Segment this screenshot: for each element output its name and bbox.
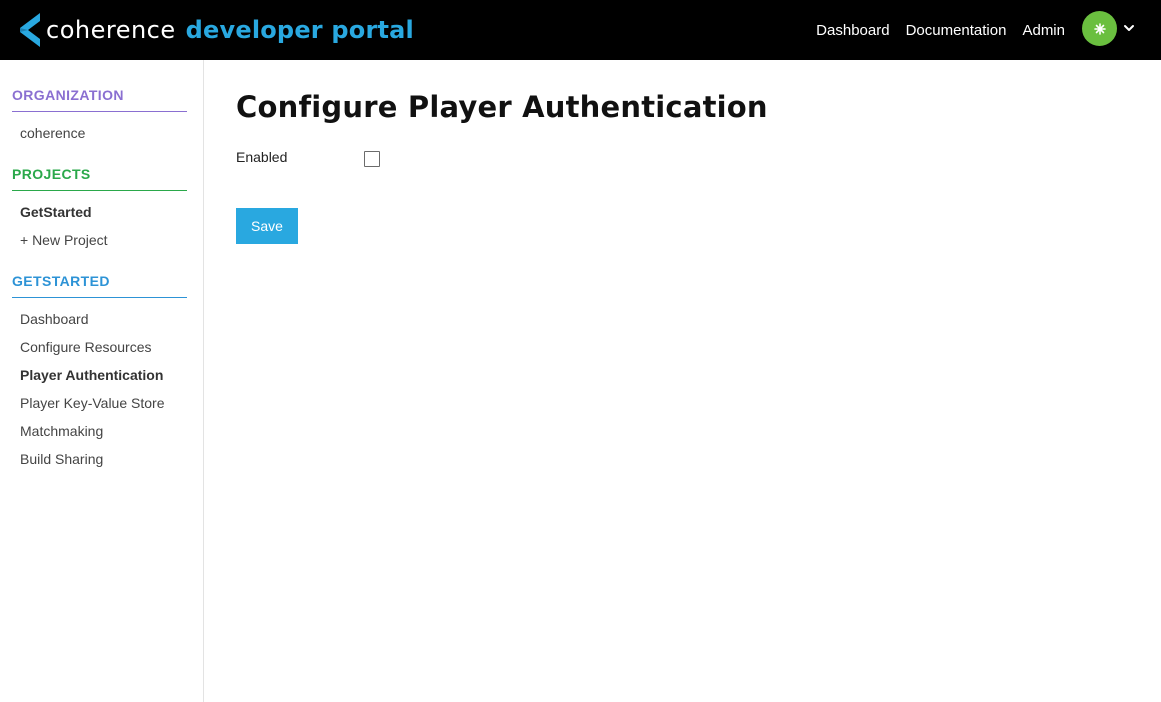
chevron-down-icon[interactable] (1123, 22, 1135, 34)
sidebar-item-configure-resources[interactable]: Configure Resources (20, 333, 187, 361)
nav-dashboard-link[interactable]: Dashboard (816, 22, 889, 39)
top-nav: Dashboard Documentation Admin (800, 0, 1065, 60)
coherence-logo-icon (20, 13, 40, 47)
sidebar-item-coherence[interactable]: coherence (20, 119, 187, 147)
sidebar-item-matchmaking[interactable]: Matchmaking (20, 417, 187, 445)
sidebar-item-getstarted[interactable]: GetStarted (20, 198, 187, 226)
nav-documentation-link[interactable]: Documentation (906, 22, 1007, 39)
page-title: Configure Player Authentication (236, 90, 768, 124)
sidebar-item-player-key-value-store[interactable]: Player Key-Value Store (20, 389, 187, 417)
sidebar-heading-projects: PROJECTS (12, 166, 187, 191)
enabled-field-row: Enabled (236, 147, 1161, 169)
sidebar-section-organization: ORGANIZATION coherence (12, 87, 187, 147)
nav-admin-link[interactable]: Admin (1022, 22, 1065, 39)
brand-logo-link[interactable]: coherence developer portal (18, 0, 414, 60)
main-content: Configure Player Authentication Enabled … (236, 60, 1161, 244)
sidebar-item-player-authentication[interactable]: Player Authentication (20, 361, 187, 389)
sidebar-item-build-sharing[interactable]: Build Sharing (20, 445, 187, 473)
sidebar: ORGANIZATION coherence PROJECTS GetStart… (0, 60, 204, 702)
avatar-star-icon (1093, 22, 1106, 35)
sidebar-item-dashboard[interactable]: Dashboard (20, 305, 187, 333)
enabled-checkbox[interactable] (364, 151, 380, 167)
top-navbar: coherence developer portal Dashboard Doc… (0, 0, 1161, 60)
sidebar-section-getstarted: GETSTARTED Dashboard Configure Resources… (12, 273, 187, 473)
sidebar-heading-getstarted: GETSTARTED (12, 273, 187, 298)
brand-name: coherence (46, 16, 176, 44)
brand-subtitle: developer portal (185, 16, 414, 44)
save-button[interactable]: Save (236, 208, 298, 244)
avatar[interactable] (1082, 11, 1117, 46)
sidebar-section-projects: PROJECTS GetStarted + New Project (12, 166, 187, 254)
enabled-label: Enabled (236, 149, 288, 165)
sidebar-item-new-project[interactable]: + New Project (20, 226, 187, 254)
sidebar-heading-organization: ORGANIZATION (12, 87, 187, 112)
